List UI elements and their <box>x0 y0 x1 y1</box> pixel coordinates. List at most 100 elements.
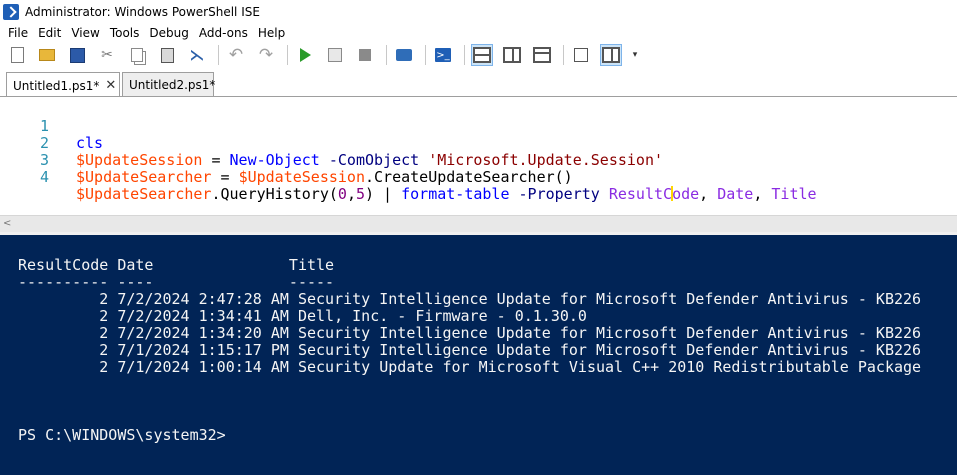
cut-icon: ✂ <box>101 47 113 63</box>
token-parameter: -ComObject <box>319 151 429 169</box>
toolbar-separator <box>464 45 465 65</box>
toolbar-separator <box>386 45 387 65</box>
new-remote-tab-button[interactable] <box>393 44 415 66</box>
toolbar-separator <box>563 45 564 65</box>
console-prompt[interactable]: PS C:\WINDOWS\system32> <box>18 427 226 444</box>
layout-max-icon <box>533 47 551 63</box>
show-script-pane-top-button[interactable] <box>471 44 493 66</box>
menu-bar: File Edit View Tools Debug Add-ons Help <box>0 23 957 42</box>
powershell-icon: ⋋ <box>189 45 205 64</box>
token-member: .QueryHistory( <box>211 185 338 203</box>
token-operator: = <box>202 151 230 169</box>
stop-operation-button[interactable] <box>354 44 376 66</box>
code-line: 3 $UpdateSearcher = $UpdateSession.Creat… <box>0 135 573 186</box>
token-command: cls <box>76 134 104 152</box>
token-punct: , <box>753 185 772 203</box>
tab-untitled1[interactable]: Untitled1.ps1* ✕ <box>6 72 120 98</box>
console-output-row: 2 7/1/2024 1:15:17 PM Security Intellige… <box>18 341 922 359</box>
script-editor[interactable]: 1 cls 2 $UpdateSession = New-Object -Com… <box>0 97 957 215</box>
show-script-pane-button[interactable] <box>600 44 622 66</box>
save-script-button[interactable] <box>66 44 88 66</box>
tab-label: Untitled1.ps1* <box>13 78 100 93</box>
menu-tools[interactable]: Tools <box>105 26 145 40</box>
token-operator: = <box>211 168 239 186</box>
toolbar-separator <box>287 45 288 65</box>
token-property: Date <box>717 185 754 203</box>
open-script-button[interactable] <box>36 44 58 66</box>
save-icon <box>69 47 85 63</box>
powershell-console-icon: >_ <box>435 48 451 62</box>
editor-horizontal-scrollbar[interactable]: < <box>0 215 957 232</box>
show-script-pane-max-button[interactable] <box>531 44 553 66</box>
console-output-header: ResultCode Date Title <box>18 256 335 274</box>
token-member: .CreateUpdateSearcher() <box>365 168 573 186</box>
code-text: cls <box>76 135 103 152</box>
toolbar-separator <box>425 45 426 65</box>
token-string: 'Microsoft.Update.Session' <box>428 151 664 169</box>
command-addon-icon <box>574 48 588 62</box>
paste-button[interactable] <box>156 44 178 66</box>
console-pane[interactable]: ResultCode Date Title ---------- ---- --… <box>0 235 957 475</box>
copy-icon <box>131 48 143 62</box>
menu-view[interactable]: View <box>66 26 104 40</box>
menu-help[interactable]: Help <box>253 26 290 40</box>
tab-untitled2[interactable]: Untitled2.ps1* <box>122 72 215 97</box>
toolbar-separator <box>218 45 219 65</box>
token-cmdlet: New-Object <box>229 151 320 169</box>
stop-icon <box>359 49 371 61</box>
show-script-pane-icon <box>602 47 620 63</box>
console-output-row: 2 7/1/2024 1:00:14 AM Security Update fo… <box>18 358 922 376</box>
token-number: 5 <box>355 185 365 203</box>
token-property: ode <box>672 185 700 203</box>
run-script-button[interactable] <box>294 44 316 66</box>
undo-icon: ↶ <box>228 44 244 65</box>
layout-right-icon <box>503 47 521 63</box>
show-script-pane-right-button[interactable] <box>501 44 523 66</box>
token-number: 0 <box>337 185 347 203</box>
scroll-left-arrow-icon[interactable]: < <box>3 218 11 229</box>
console-output-row: 2 7/2/2024 1:34:41 AM Dell, Inc. - Firmw… <box>18 307 587 325</box>
code-text: $UpdateSearcher = $UpdateSession.CreateU… <box>76 169 573 186</box>
token-punct: ) | <box>365 185 402 203</box>
token-property: ResultC <box>608 185 673 203</box>
toolbar-overflow-button[interactable]: ▾ <box>630 44 640 66</box>
console-output-divider: ---------- ---- ----- <box>18 273 335 291</box>
console-output-row: 2 7/2/2024 1:34:20 AM Security Intellige… <box>18 324 922 342</box>
close-icon[interactable]: ✕ <box>105 78 116 93</box>
menu-edit[interactable]: Edit <box>33 26 66 40</box>
token-variable: $UpdateSearcher <box>76 185 212 203</box>
menu-addons[interactable]: Add-ons <box>194 26 253 40</box>
script-tab-bar: Untitled1.ps1* ✕ Untitled2.ps1* <box>0 72 957 98</box>
redo-button[interactable]: ↷ <box>255 44 277 66</box>
layout-top-icon <box>473 47 491 63</box>
clear-console-button[interactable]: ⋋ <box>186 44 208 66</box>
show-command-addon-button[interactable] <box>570 44 592 66</box>
window-title: Administrator: Windows PowerShell ISE <box>25 4 260 19</box>
menu-debug[interactable]: Debug <box>144 26 193 40</box>
token-variable: $UpdateSearcher <box>76 168 212 186</box>
code-line: 2 $UpdateSession = New-Object -ComObject… <box>0 118 663 169</box>
powershell-ise-app-icon <box>3 3 19 20</box>
copy-button[interactable] <box>126 44 148 66</box>
start-powershell-button[interactable]: >_ <box>432 44 454 66</box>
title-bar: Administrator: Windows PowerShell ISE <box>0 0 957 23</box>
cut-button[interactable]: ✂ <box>96 44 118 66</box>
menu-file[interactable]: File <box>3 26 33 40</box>
token-punct: , <box>699 185 718 203</box>
token-parameter: -Property <box>509 185 609 203</box>
code-line: 1 cls <box>0 101 103 152</box>
undo-button[interactable]: ↶ <box>225 44 247 66</box>
console-output-row: 2 7/2/2024 2:47:28 AM Security Intellige… <box>18 290 922 308</box>
line-number: 4 <box>39 168 49 186</box>
remote-tab-icon <box>396 49 412 61</box>
redo-icon: ↷ <box>258 44 274 65</box>
run-selection-button[interactable] <box>324 44 346 66</box>
open-icon <box>39 49 55 61</box>
new-icon <box>10 47 24 63</box>
new-script-button[interactable] <box>6 44 28 66</box>
more-icon: ▾ <box>632 50 638 60</box>
token-punct: , <box>346 185 356 203</box>
run-selection-icon <box>328 48 342 62</box>
scrollbar-thumb[interactable] <box>17 218 947 230</box>
code-text: $UpdateSearcher.QueryHistory(0,5) | form… <box>76 186 817 203</box>
